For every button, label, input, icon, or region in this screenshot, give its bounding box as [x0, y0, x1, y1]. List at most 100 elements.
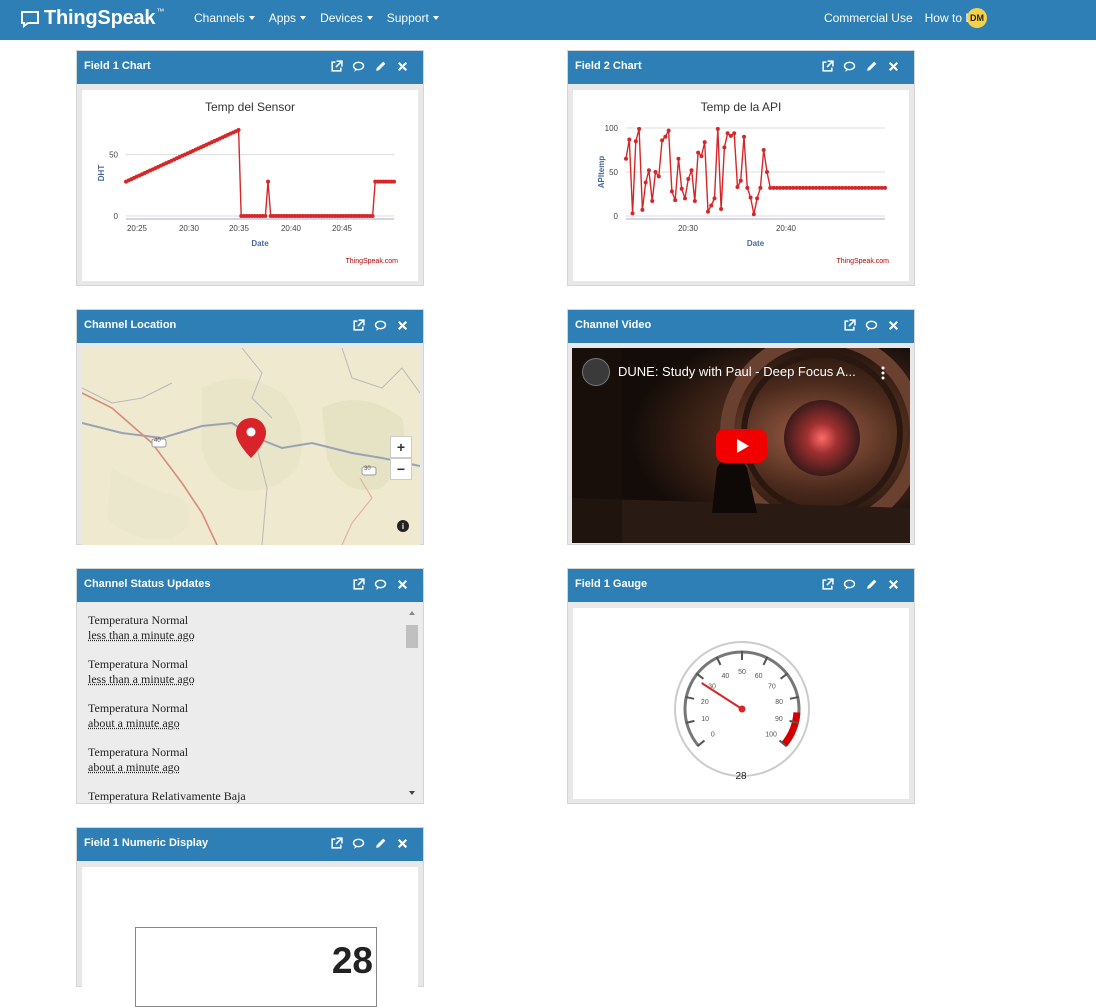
data-point [702, 140, 707, 145]
data-point [748, 195, 753, 200]
thingspeak-watermark[interactable]: ThingSpeak.com [836, 258, 889, 265]
nav-right: Commercial Use How to Buy [824, 11, 986, 25]
data-point [236, 128, 241, 132]
data-point [630, 211, 635, 216]
gauge-tick-label: 60 [755, 673, 763, 680]
brand-logo[interactable]: ThingSpeak ™ [20, 7, 164, 30]
data-point [624, 156, 628, 161]
data-point [627, 137, 632, 142]
zoom-out-button[interactable]: − [390, 458, 412, 480]
widget-header: Field 2 Chart [568, 51, 914, 84]
nav-devices[interactable]: Devices [320, 11, 373, 25]
y-tick-label: 100 [605, 124, 619, 133]
widget-channel-location: Channel Location 40 30 + − i [76, 309, 424, 545]
status-text: Temperatura Normal [88, 745, 189, 759]
close-icon[interactable] [396, 837, 409, 850]
external-link-icon[interactable] [843, 319, 856, 332]
external-link-icon[interactable] [352, 319, 365, 332]
status-time: less than a minute ago [88, 628, 195, 642]
zoom-in-button[interactable]: + [390, 436, 412, 458]
play-button[interactable] [716, 429, 767, 463]
data-point [637, 126, 642, 131]
gauge-tick-label: 10 [701, 716, 709, 723]
data-point [699, 154, 704, 159]
status-text: Temperatura Normal [88, 657, 189, 671]
external-link-icon[interactable] [330, 837, 343, 850]
data-point [673, 198, 678, 203]
comment-icon[interactable] [374, 578, 387, 591]
data-point [686, 177, 691, 182]
more-options-icon[interactable] [881, 366, 885, 380]
widget-title: Field 1 Chart [84, 60, 151, 72]
scroll-thumb[interactable] [406, 625, 418, 648]
widget-title: Channel Video [575, 319, 652, 331]
series-line [125, 128, 394, 217]
gauge: 0102030405060708090100 [674, 641, 810, 777]
chat-bubble-icon [21, 10, 39, 28]
thingspeak-watermark[interactable]: ThingSpeak.com [345, 258, 398, 265]
widget-channel-video: Channel Video DUNE: Study with Paul - De… [567, 309, 915, 545]
gauge-tick-label: 50 [738, 669, 746, 676]
close-icon[interactable] [396, 319, 409, 332]
data-point [679, 186, 684, 191]
external-link-icon[interactable] [330, 60, 343, 73]
line-chart-temp-sensor: 0 50 20:25 20:30 20:35 20:40 20:45 Date DHT [97, 128, 396, 248]
gauge-tick-label: 80 [775, 699, 783, 706]
close-icon[interactable] [887, 319, 900, 332]
widget-title: Channel Location [84, 319, 177, 331]
comment-icon[interactable] [352, 837, 365, 850]
x-tick-label: 20:40 [281, 224, 302, 233]
close-icon[interactable] [396, 60, 409, 73]
data-point [653, 170, 658, 174]
widget-title: Field 1 Gauge [575, 578, 648, 590]
comment-icon[interactable] [865, 319, 878, 332]
widget-field1-gauge: Field 1 Gauge 0 10 20 30 40 50 60 70 80 90 100 28 [567, 568, 915, 804]
widget-status-updates: Channel Status Updates Temperatura Norma… [76, 568, 424, 804]
external-link-icon[interactable] [821, 60, 834, 73]
x-axis-label: Date [747, 239, 765, 248]
comment-icon[interactable] [352, 60, 365, 73]
pencil-icon[interactable] [374, 837, 387, 850]
nav-support[interactable]: Support [387, 11, 439, 25]
channel-avatar-icon[interactable] [582, 358, 610, 386]
commercial-use-link[interactable]: Commercial Use [824, 11, 913, 25]
y-axis-label: APItemp [597, 156, 606, 189]
close-icon[interactable] [396, 578, 409, 591]
comment-icon[interactable] [843, 578, 856, 591]
video-player[interactable]: DUNE: Study with Paul - Deep Focus A... [572, 348, 910, 543]
pencil-icon[interactable] [374, 60, 387, 73]
avatar[interactable]: DM [967, 8, 987, 28]
gauge-tick-label: 70 [768, 684, 776, 691]
pencil-icon[interactable] [865, 578, 878, 591]
external-link-icon[interactable] [821, 578, 834, 591]
map-canvas[interactable]: 40 30 + − i [82, 348, 420, 545]
info-icon[interactable]: i [397, 520, 409, 532]
status-text: Temperatura Normal [88, 701, 189, 715]
status-update-list[interactable]: Temperatura Normal less than a minute ag… [77, 603, 403, 803]
top-navbar: ThingSpeak ™ Channels Apps Devices Suppo… [0, 0, 1096, 40]
x-tick-label: 20:30 [179, 224, 200, 233]
close-icon[interactable] [887, 60, 900, 73]
x-tick-label: 20:40 [776, 224, 797, 233]
external-link-icon[interactable] [352, 578, 365, 591]
x-tick-label: 20:45 [332, 224, 353, 233]
chart-area: Temp del Sensor 0 50 20:25 20:30 20:35 20:40 2… [82, 90, 418, 281]
close-icon[interactable] [887, 578, 900, 591]
data-point [650, 199, 655, 204]
status-time: about a minute ago [88, 760, 180, 774]
data-point [732, 131, 737, 136]
nav-channels[interactable]: Channels [194, 11, 255, 25]
scrollbar[interactable] [403, 603, 423, 803]
data-point [764, 170, 769, 174]
video-title[interactable]: DUNE: Study with Paul - Deep Focus A... [618, 364, 856, 379]
map-container[interactable]: 40 30 + − i [82, 348, 420, 545]
data-point [715, 126, 720, 131]
gauge-tick-label: 20 [701, 699, 709, 706]
pencil-icon[interactable] [865, 60, 878, 73]
comment-icon[interactable] [843, 60, 856, 73]
nav-apps-label: Apps [268, 11, 297, 25]
nav-apps[interactable]: Apps [268, 11, 307, 25]
widget-header: Field 1 Gauge [568, 569, 914, 602]
data-point [728, 133, 733, 138]
comment-icon[interactable] [374, 319, 387, 332]
